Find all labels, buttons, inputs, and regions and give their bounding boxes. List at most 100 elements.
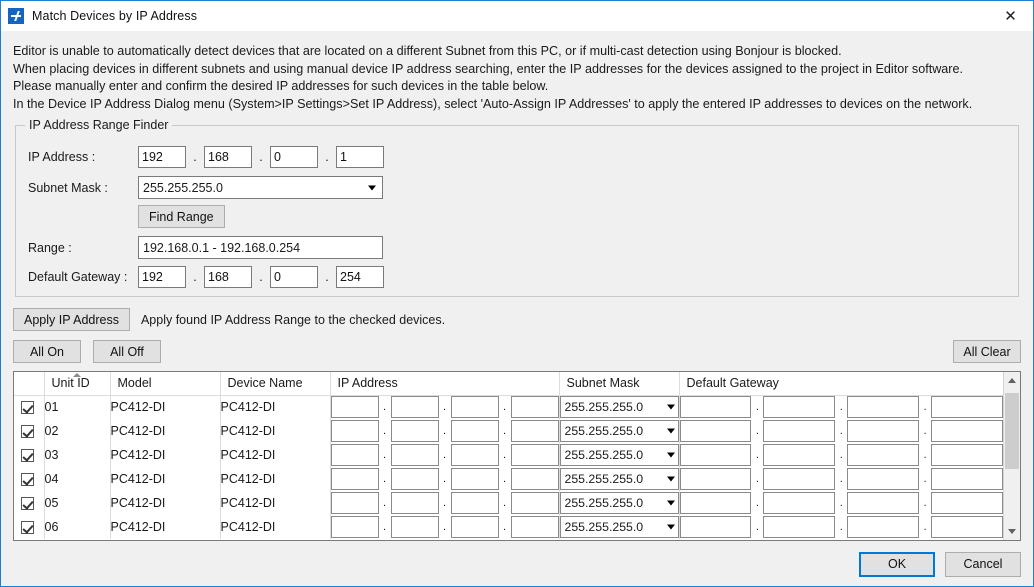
scrollbar-track[interactable] xyxy=(1004,389,1020,523)
row-gateway-octet-3[interactable] xyxy=(847,396,920,419)
column-header-default-gateway[interactable]: Default Gateway xyxy=(679,372,1003,396)
row-ip-octet-1[interactable] xyxy=(330,516,379,538)
row-ip-octet-3[interactable] xyxy=(450,420,499,442)
row-checkbox-cell[interactable] xyxy=(14,443,45,467)
row-gateway-octet-2[interactable] xyxy=(763,396,836,419)
scrollbar-thumb[interactable] xyxy=(1005,393,1019,469)
cancel-button[interactable]: Cancel xyxy=(945,551,1021,577)
row-ip-octet-3[interactable] xyxy=(450,444,499,466)
table-row[interactable]: 02 PC412-DI PC412-DI... 255.255.255.0... xyxy=(14,419,1003,443)
row-gateway-octet-4[interactable] xyxy=(931,492,1003,514)
row-checkbox-cell[interactable] xyxy=(14,515,45,539)
row-gateway-octet-3[interactable] xyxy=(847,468,920,490)
row-ip-octet-4[interactable] xyxy=(510,492,559,514)
all-on-button[interactable]: All On xyxy=(13,340,81,363)
all-clear-button[interactable]: All Clear xyxy=(953,340,1021,363)
row-ip-octet-3[interactable] xyxy=(450,492,499,514)
row-gateway-octet-1[interactable] xyxy=(679,492,752,514)
row-subnet-mask-select[interactable]: 255.255.255.0 xyxy=(559,468,679,490)
row-checkbox-cell[interactable] xyxy=(14,419,45,443)
row-gateway-octet-1[interactable] xyxy=(679,468,752,490)
row-ip-octet-3[interactable] xyxy=(450,516,499,538)
row-gateway-octet-3[interactable] xyxy=(847,420,920,442)
row-checkbox-cell[interactable] xyxy=(14,395,45,419)
row-subnet-mask-select[interactable]: 255.255.255.0 xyxy=(559,420,679,442)
row-ip-octet-1[interactable] xyxy=(330,468,379,490)
column-header-subnet-mask[interactable]: Subnet Mask xyxy=(559,372,680,396)
row-gateway-octet-1[interactable] xyxy=(679,420,752,442)
row-gateway-octet-4[interactable] xyxy=(931,420,1003,442)
row-gateway-octet-4[interactable] xyxy=(931,396,1003,419)
table-scrollbar[interactable] xyxy=(1003,372,1020,540)
row-ip-octet-3[interactable] xyxy=(450,396,499,419)
scroll-down-icon[interactable] xyxy=(1004,523,1020,540)
gateway-octet-1[interactable] xyxy=(138,266,186,288)
ip-octet-1[interactable] xyxy=(138,146,186,168)
close-icon[interactable]: ✕ xyxy=(988,1,1033,30)
column-header-model[interactable]: Model xyxy=(110,372,221,396)
row-ip-octet-4[interactable] xyxy=(510,516,559,538)
ip-octet-4[interactable] xyxy=(336,146,384,168)
row-ip-octet-2[interactable] xyxy=(390,444,439,466)
row-subnet-mask-select[interactable]: 255.255.255.0 xyxy=(559,444,679,466)
row-ip-octet-2[interactable] xyxy=(390,492,439,514)
gateway-octet-3[interactable] xyxy=(270,266,318,288)
ip-octet-2[interactable] xyxy=(204,146,252,168)
row-ip-octet-4[interactable] xyxy=(510,420,559,442)
gateway-octet-2[interactable] xyxy=(204,266,252,288)
row-ip-octet-2[interactable] xyxy=(390,396,439,419)
row-checkbox[interactable] xyxy=(21,473,34,487)
row-ip-octet-4[interactable] xyxy=(510,468,559,490)
row-gateway-octet-3[interactable] xyxy=(847,492,920,514)
row-gateway-octet-2[interactable] xyxy=(763,468,836,490)
row-ip-octet-1[interactable] xyxy=(330,420,379,442)
row-subnet-mask-select[interactable]: 255.255.255.0 xyxy=(559,516,679,538)
ip-octet-3[interactable] xyxy=(270,146,318,168)
row-gateway-octet-1[interactable] xyxy=(679,396,752,419)
row-ip-octet-4[interactable] xyxy=(510,396,559,419)
table-row[interactable]: 06 PC412-DI PC412-DI... 255.255.255.0... xyxy=(14,515,1003,539)
row-checkbox-cell[interactable] xyxy=(14,491,45,515)
row-ip-octet-2[interactable] xyxy=(390,420,439,442)
scroll-up-icon[interactable] xyxy=(1004,372,1020,389)
apply-ip-address-button[interactable]: Apply IP Address xyxy=(13,308,130,331)
table-row[interactable]: 01 PC412-DI PC412-DI... 255.255.255.0... xyxy=(14,395,1003,419)
row-checkbox[interactable] xyxy=(21,401,34,415)
row-ip-octet-1[interactable] xyxy=(330,444,379,466)
column-header-unit-id[interactable]: Unit ID xyxy=(44,372,111,396)
row-checkbox[interactable] xyxy=(21,449,34,463)
row-checkbox[interactable] xyxy=(21,521,34,535)
row-gateway-octet-3[interactable] xyxy=(847,444,920,466)
find-range-button[interactable]: Find Range xyxy=(138,205,225,228)
row-gateway-octet-4[interactable] xyxy=(931,516,1003,538)
row-checkbox[interactable] xyxy=(21,425,34,439)
row-checkbox-cell[interactable] xyxy=(14,467,45,491)
column-header-device-name[interactable]: Device Name xyxy=(220,372,331,396)
row-gateway-octet-2[interactable] xyxy=(763,516,836,538)
row-gateway-octet-4[interactable] xyxy=(931,468,1003,490)
table-row[interactable]: 03 PC412-DI PC412-DI... 255.255.255.0... xyxy=(14,443,1003,467)
column-header-ip-address[interactable]: IP Address xyxy=(330,372,560,396)
all-off-button[interactable]: All Off xyxy=(93,340,161,363)
table-row[interactable]: 05 PC412-DI PC412-DI... 255.255.255.0... xyxy=(14,491,1003,515)
row-ip-octet-3[interactable] xyxy=(450,468,499,490)
row-gateway-octet-1[interactable] xyxy=(679,444,752,466)
row-subnet-mask-select[interactable]: 255.255.255.0 xyxy=(559,492,679,514)
gateway-octet-4[interactable] xyxy=(336,266,384,288)
row-ip-octet-1[interactable] xyxy=(330,492,379,514)
row-ip-octet-2[interactable] xyxy=(390,516,439,538)
column-header-check[interactable] xyxy=(14,372,45,396)
row-gateway-octet-2[interactable] xyxy=(763,444,836,466)
row-ip-octet-2[interactable] xyxy=(390,468,439,490)
row-ip-octet-1[interactable] xyxy=(330,396,379,419)
row-gateway-octet-2[interactable] xyxy=(763,492,836,514)
table-row[interactable]: 04 PC412-DI PC412-DI... 255.255.255.0... xyxy=(14,467,1003,491)
subnet-mask-select[interactable]: 255.255.255.0 xyxy=(138,176,383,199)
row-gateway-octet-4[interactable] xyxy=(931,444,1003,466)
row-subnet-mask-select[interactable]: 255.255.255.0 xyxy=(559,396,679,419)
row-gateway-octet-1[interactable] xyxy=(679,516,752,538)
ok-button[interactable]: OK xyxy=(859,551,935,577)
row-gateway-octet-2[interactable] xyxy=(763,420,836,442)
row-gateway-octet-3[interactable] xyxy=(847,516,920,538)
row-checkbox[interactable] xyxy=(21,497,34,511)
